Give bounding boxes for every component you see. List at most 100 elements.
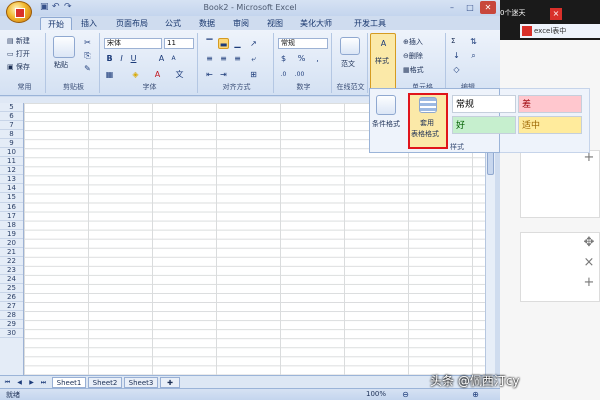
zoom-out-icon[interactable]: ⊖ <box>400 389 411 400</box>
first-sheet-icon[interactable]: ⏮ <box>2 377 13 388</box>
tab-page-layout[interactable]: 页面布局 <box>110 17 154 30</box>
minimize-button[interactable]: – <box>444 1 460 14</box>
decrease-decimal-icon[interactable]: .00 <box>294 69 305 80</box>
paste-icon[interactable] <box>53 36 75 58</box>
last-sheet-icon[interactable]: ⏭ <box>38 377 49 388</box>
insert-sheet-icon[interactable]: ✚ <box>160 377 180 388</box>
font-name-select[interactable]: 宋体 <box>104 38 162 49</box>
row-header[interactable]: 28 <box>0 311 23 321</box>
orientation-icon[interactable]: ↗ <box>248 38 259 49</box>
tab-sheet2[interactable]: Sheet2 <box>88 377 122 388</box>
cut-icon[interactable]: ✂ <box>82 37 93 48</box>
redo-icon[interactable]: ↷ <box>64 2 72 12</box>
format-cells-button[interactable]: ▦格式 <box>403 65 424 75</box>
grow-font-icon[interactable]: A <box>156 53 167 64</box>
row-header[interactable]: 29 <box>0 320 23 330</box>
format-painter-icon[interactable]: ✎ <box>82 63 93 74</box>
tab-home[interactable]: 开始 <box>40 17 72 30</box>
styles-button[interactable]: A 样式 <box>370 33 396 93</box>
new-button[interactable]: ▤ 新建 <box>7 36 30 46</box>
conditional-format-icon[interactable] <box>376 95 396 115</box>
browser-tab-b[interactable]: excel表中 <box>520 24 600 38</box>
row-header[interactable]: 16 <box>0 203 23 212</box>
save-button[interactable]: ▣ 保存 <box>7 62 30 72</box>
tab-insert[interactable]: 插入 <box>76 17 102 30</box>
zoom-in-icon[interactable]: ⊕ <box>470 389 481 400</box>
close-button[interactable]: ✕ <box>480 1 496 14</box>
cell-style-swatch[interactable]: 常规 <box>452 95 516 113</box>
cell-style-swatch[interactable]: 差 <box>518 95 582 113</box>
prev-sheet-icon[interactable]: ◀ <box>14 377 25 388</box>
cell-style-swatch[interactable]: 好 <box>452 116 516 134</box>
paste-button[interactable]: 粘贴 <box>54 60 68 70</box>
template-button[interactable]: 范文 <box>341 59 355 69</box>
row-header[interactable]: 11 <box>0 157 23 167</box>
row-header[interactable]: 30 <box>0 329 23 339</box>
save-icon[interactable]: ▣ <box>40 2 49 12</box>
tab-beautify[interactable]: 美化大师 <box>294 17 338 30</box>
close-icon[interactable]: × <box>550 8 562 20</box>
decrease-indent-icon[interactable]: ⇤ <box>204 69 215 80</box>
merge-center-icon[interactable]: ⊞ <box>248 69 259 80</box>
align-right-icon[interactable]: ≡ <box>232 53 243 64</box>
row-header[interactable]: 24 <box>0 275 23 284</box>
currency-icon[interactable]: $ <box>278 53 289 64</box>
close-icon[interactable]: × <box>582 255 596 270</box>
percent-button[interactable]: % <box>296 53 307 64</box>
row-header[interactable]: 8 <box>0 130 23 140</box>
insert-cells-button[interactable]: ⊕插入 <box>403 37 423 47</box>
conditional-format-button[interactable]: 条件格式 <box>372 119 400 129</box>
tab-view[interactable]: 视图 <box>262 17 288 30</box>
row-header[interactable]: 7 <box>0 121 23 131</box>
shrink-font-icon[interactable]: A <box>168 53 179 64</box>
row-header[interactable]: 6 <box>0 112 23 122</box>
template-icon[interactable] <box>340 37 360 55</box>
row-header[interactable]: 27 <box>0 302 23 312</box>
zoom-level[interactable]: 100% <box>366 390 386 398</box>
row-header[interactable]: 21 <box>0 248 23 257</box>
row-header[interactable]: 14 <box>0 184 23 194</box>
plus-icon[interactable]: + <box>582 275 596 290</box>
format-as-table-button[interactable]: 套用 表格格式 <box>408 93 448 149</box>
row-header[interactable]: 26 <box>0 293 23 303</box>
tab-developer[interactable]: 开发工具 <box>348 17 392 30</box>
bold-icon[interactable]: B <box>104 53 115 64</box>
autosum-button[interactable]: Σ <box>451 37 455 45</box>
row-header[interactable]: 20 <box>0 239 23 248</box>
browser-tab-a[interactable]: 0个迷天 <box>500 8 540 20</box>
row-header[interactable]: 25 <box>0 284 23 293</box>
row-header[interactable]: 10 <box>0 148 23 158</box>
tab-formulas[interactable]: 公式 <box>160 17 186 30</box>
clear-icon[interactable]: ◇ <box>451 64 462 75</box>
row-header[interactable]: 9 <box>0 139 23 149</box>
row-header[interactable]: 23 <box>0 266 23 275</box>
phonetic-icon[interactable]: 文 <box>174 69 185 80</box>
undo-icon[interactable]: ↶ <box>52 2 60 12</box>
increase-decimal-icon[interactable]: .0 <box>278 69 289 80</box>
row-header[interactable]: 19 <box>0 230 23 239</box>
cell-style-swatch[interactable]: 适中 <box>518 116 582 134</box>
row-header[interactable]: 18 <box>0 221 23 230</box>
align-top-icon[interactable]: ▔ <box>204 38 215 49</box>
increase-indent-icon[interactable]: ⇥ <box>218 69 229 80</box>
fill-color-icon[interactable]: ◈ <box>130 69 141 80</box>
next-sheet-icon[interactable]: ▶ <box>26 377 37 388</box>
border-icon[interactable]: ▦ <box>104 69 115 80</box>
number-format-select[interactable]: 常规 <box>278 38 328 49</box>
tab-data[interactable]: 数据 <box>194 17 220 30</box>
font-color-icon[interactable]: A <box>152 69 163 80</box>
row-header[interactable]: 5 <box>0 103 23 113</box>
tab-sheet1[interactable]: Sheet1 <box>52 377 86 388</box>
find-icon[interactable]: ⌕ <box>468 50 479 61</box>
font-size-select[interactable]: 11 <box>164 38 194 49</box>
maximize-button[interactable]: □ <box>462 1 478 14</box>
open-button[interactable]: ▭ 打开 <box>7 49 30 59</box>
row-header[interactable]: 15 <box>0 193 23 203</box>
row-header[interactable]: 22 <box>0 257 23 266</box>
move-icon[interactable]: ✥ <box>582 235 596 250</box>
sort-filter-icon[interactable]: ⇅ <box>468 36 479 47</box>
wrap-text-icon[interactable]: ⤶ <box>248 53 259 64</box>
fill-icon[interactable]: ↓ <box>451 50 462 61</box>
row-header[interactable]: 12 <box>0 166 23 176</box>
align-left-icon[interactable]: ≡ <box>204 53 215 64</box>
